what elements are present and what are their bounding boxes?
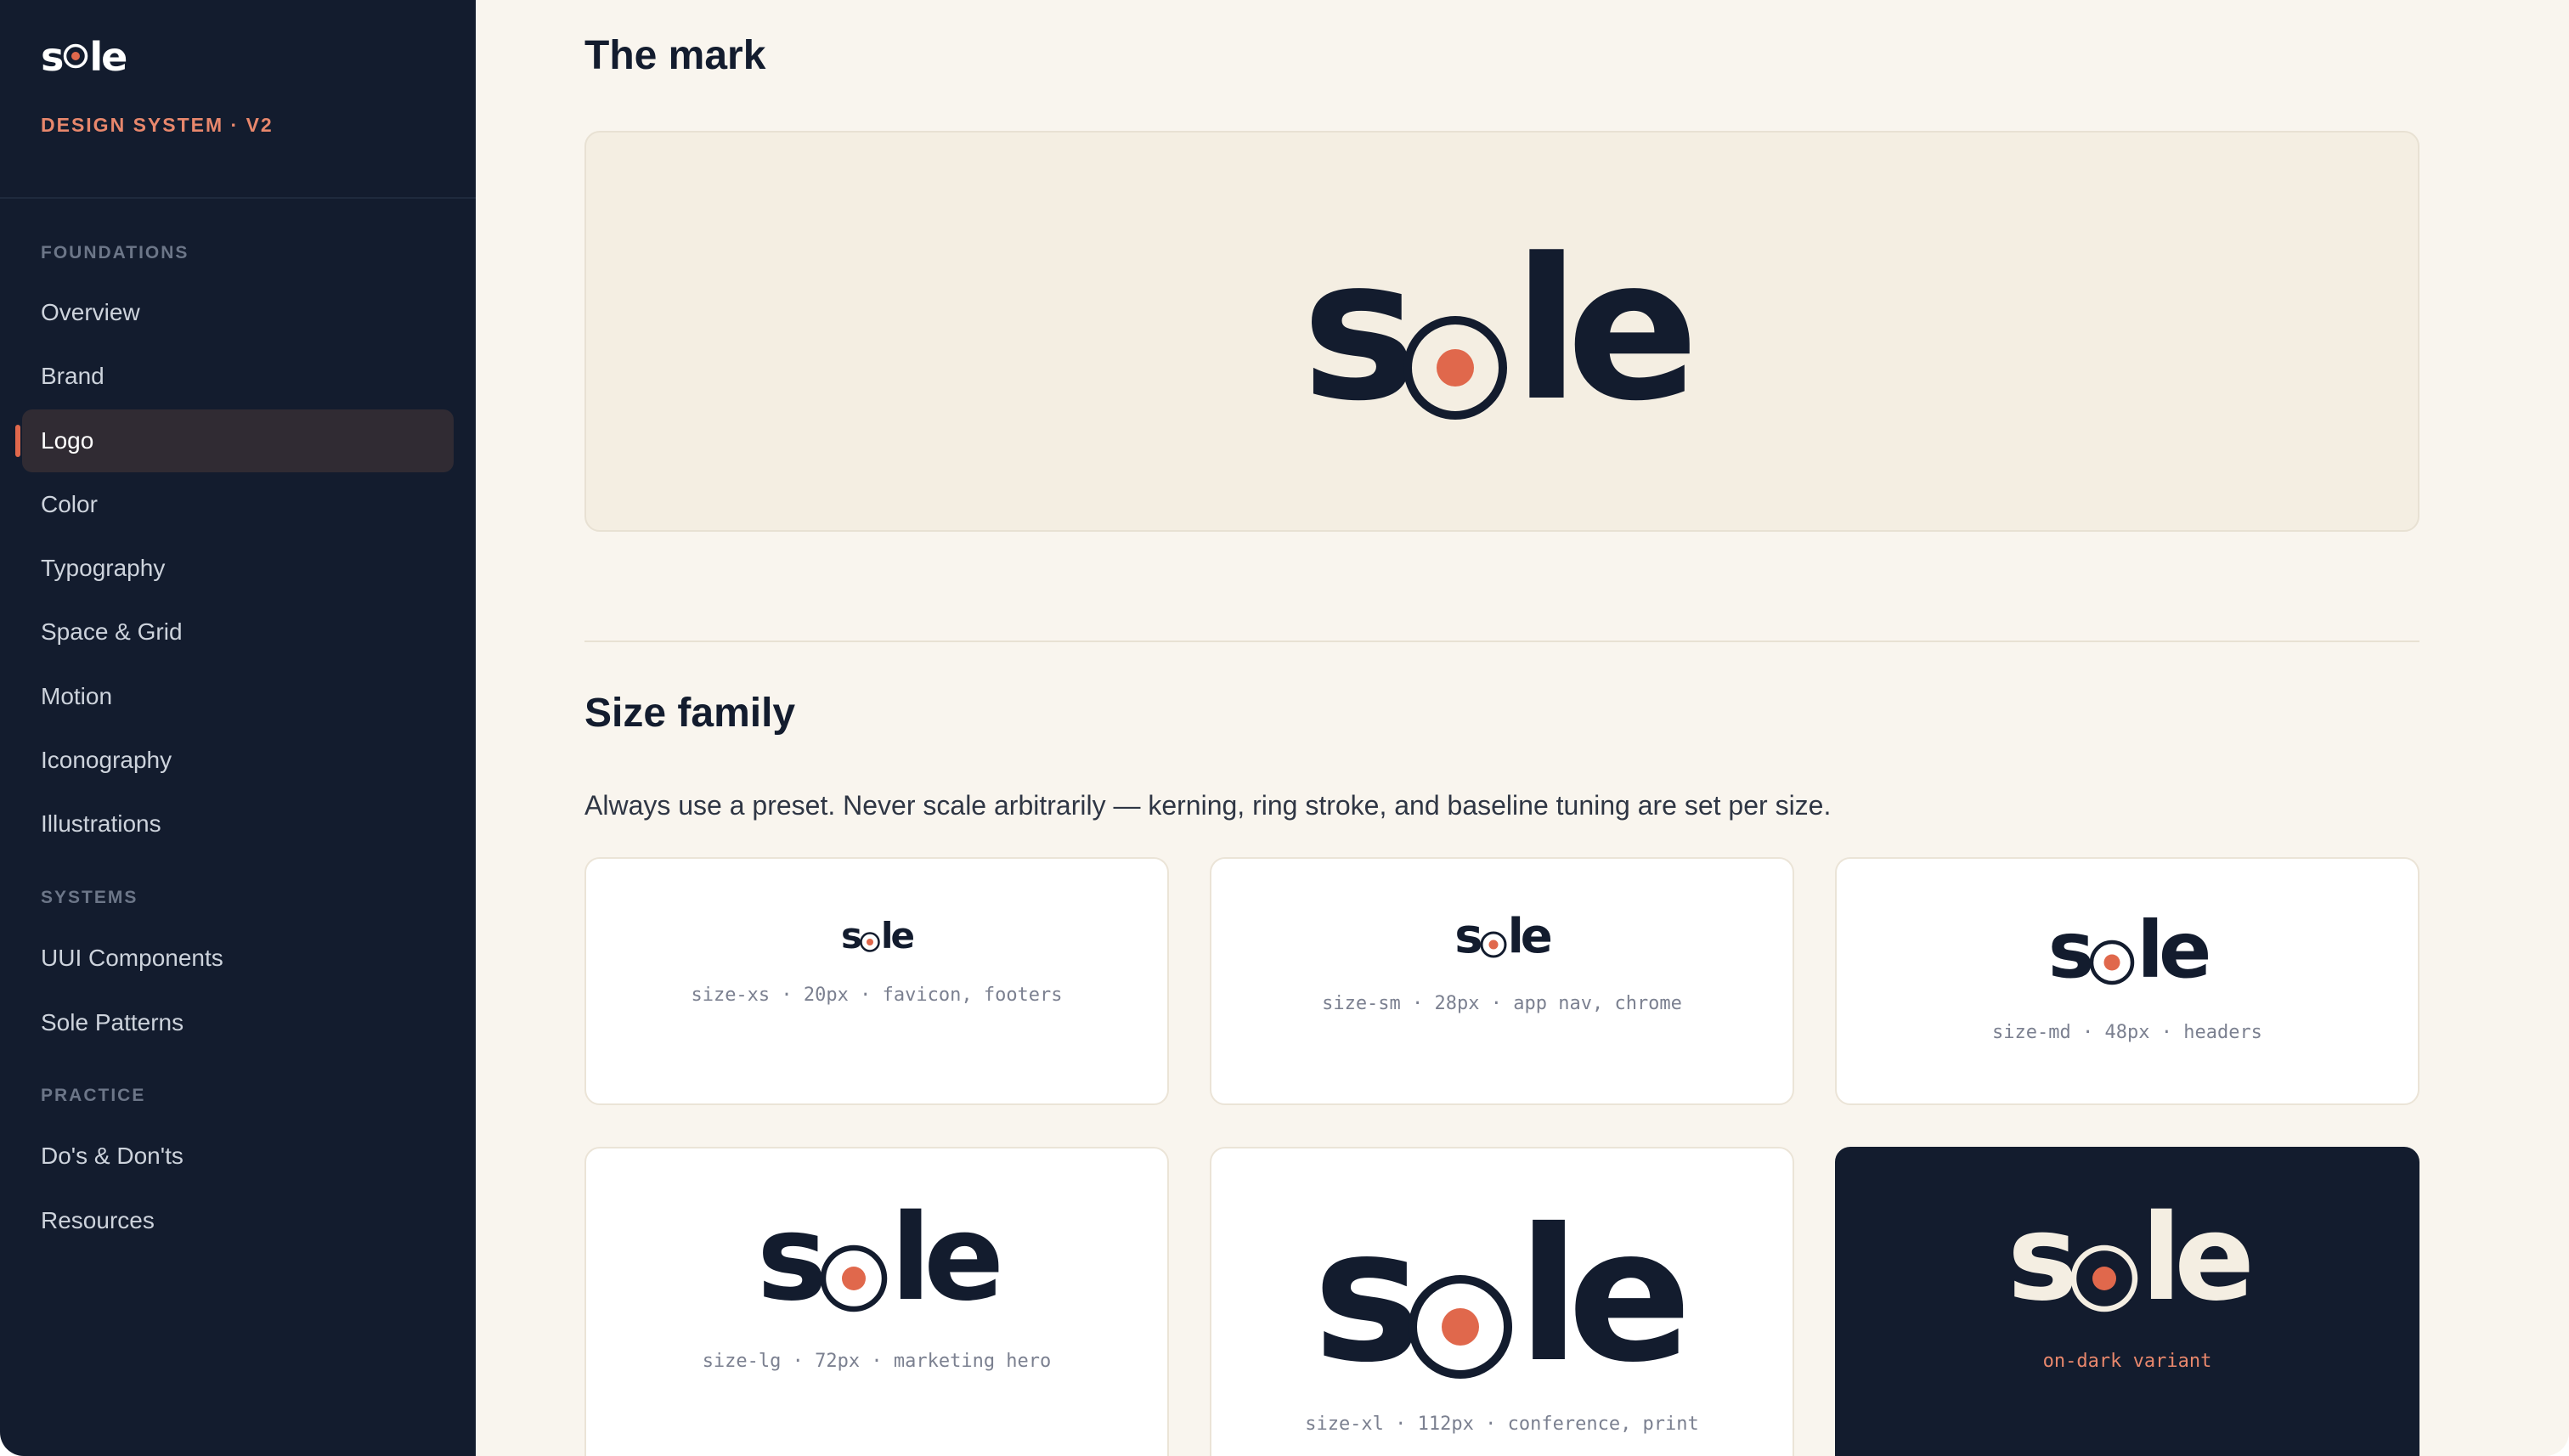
wordmark-lg: s le [756, 1189, 1004, 1328]
wordmark-on-dark: s le [2007, 1189, 2255, 1328]
size-card-sm[interactable]: s le size-sm · 28px · app nav, chrome [1210, 857, 1794, 1105]
logo-ring-dot-icon [1409, 1275, 1513, 1379]
wordmark-xl: s le [1313, 1189, 1692, 1402]
logo-ring-dot-icon [64, 43, 88, 69]
sidebar-item-sole-patterns[interactable]: Sole Patterns [22, 991, 454, 1054]
sidebar-subtitle: DESIGN SYSTEM · V2 [41, 114, 274, 136]
size-card-xs[interactable]: s le size-xs · 20px · favicon, footers [584, 857, 1169, 1105]
size-card-xl[interactable]: s le size-xl · 112px · conference, print [1210, 1147, 1794, 1456]
wordmark-sm: s le [1454, 909, 1553, 964]
logo-ring-dot-icon [820, 1244, 888, 1312]
section-title-size-family: Size family [584, 691, 796, 736]
main-content: The mark s le Size family Always use a p… [476, 0, 2569, 1456]
size-card-caption: size-md · 48px · headers [1992, 1022, 2262, 1043]
logo-ring-dot-icon [860, 932, 880, 952]
wordmark-letter-s: s [1313, 1189, 1422, 1402]
size-card-lg[interactable]: s le size-lg · 72px · marketing hero [584, 1147, 1169, 1456]
size-card-caption: size-xs · 20px · favicon, footers [691, 985, 1063, 1006]
wordmark-letter-s: s [1301, 217, 1418, 444]
wordmark-letters-le: le [890, 1189, 1004, 1328]
sidebar-item-color[interactable]: Color [22, 473, 454, 536]
sidebar-item-overview[interactable]: Overview [22, 281, 454, 344]
size-card-caption: on-dark variant [2042, 1351, 2212, 1372]
wordmark-letter-s: s [1454, 909, 1482, 964]
sidebar-item-illustrations[interactable]: Illustrations [22, 793, 454, 855]
logo-ring-dot-icon [2070, 1244, 2138, 1312]
sidebar: s le DESIGN SYSTEM · V2 FOUNDATIONS Over… [0, 0, 476, 1456]
wordmark-hero: s le [1301, 217, 1699, 444]
logo-ring-dot-icon [2090, 940, 2135, 985]
logo-ring-dot-icon [1403, 316, 1508, 420]
wordmark-letters-le: le [2137, 905, 2211, 996]
wordmark-letter-s: s [756, 1189, 827, 1328]
sidebar-divider [0, 197, 476, 199]
logo-letter-s: s [41, 34, 64, 80]
wordmark-letter-s: s [2007, 1189, 2078, 1328]
size-card-caption: size-sm · 28px · app nav, chrome [1322, 993, 1682, 1014]
wordmark-letters-le: le [1513, 217, 1699, 444]
logo-letters-le: le [89, 34, 127, 80]
hero-mark-panel: s le [584, 131, 2419, 532]
nav-group-practice: PRACTICE [41, 1086, 146, 1105]
sidebar-item-motion[interactable]: Motion [22, 665, 454, 728]
sidebar-item-typography[interactable]: Typography [22, 537, 454, 600]
nav-group-systems: SYSTEMS [41, 888, 138, 907]
nav-group-foundations: FOUNDATIONS [41, 243, 189, 262]
sidebar-item-iconography[interactable]: Iconography [22, 729, 454, 792]
wordmark-letters-le: le [1517, 1189, 1692, 1402]
section-title-mark: The mark [584, 33, 766, 78]
sidebar-item-dos-donts[interactable]: Do's & Don'ts [22, 1125, 454, 1188]
wordmark-letters-le: le [881, 915, 915, 957]
wordmark-letters-le: le [2141, 1189, 2255, 1328]
wordmark-md: s le [2047, 905, 2212, 996]
sidebar-item-resources[interactable]: Resources [22, 1189, 454, 1252]
wordmark-letter-s: s [841, 915, 862, 957]
app-window: s le DESIGN SYSTEM · V2 FOUNDATIONS Over… [0, 0, 2569, 1456]
sidebar-item-logo[interactable]: Logo [15, 409, 454, 472]
size-family-description: Always use a preset. Never scale arbitra… [584, 790, 1832, 821]
size-card-caption: size-lg · 72px · marketing hero [702, 1351, 1052, 1372]
sidebar-item-uui-components[interactable]: UUI Components [22, 927, 454, 990]
wordmark-letter-s: s [2047, 905, 2095, 996]
size-card-on-dark[interactable]: s le on-dark variant [1835, 1147, 2419, 1456]
size-card-md[interactable]: s le size-md · 48px · headers [1835, 857, 2419, 1105]
sidebar-item-brand[interactable]: Brand [22, 345, 454, 408]
wordmark-letters-le: le [1507, 909, 1553, 964]
section-divider [584, 641, 2419, 642]
sidebar-logo[interactable]: s le [41, 34, 127, 80]
wordmark-xs: s le [841, 915, 915, 957]
sidebar-item-space-grid[interactable]: Space & Grid [22, 601, 454, 663]
logo-ring-dot-icon [1480, 931, 1507, 958]
size-card-caption: size-xl · 112px · conference, print [1305, 1414, 1699, 1435]
